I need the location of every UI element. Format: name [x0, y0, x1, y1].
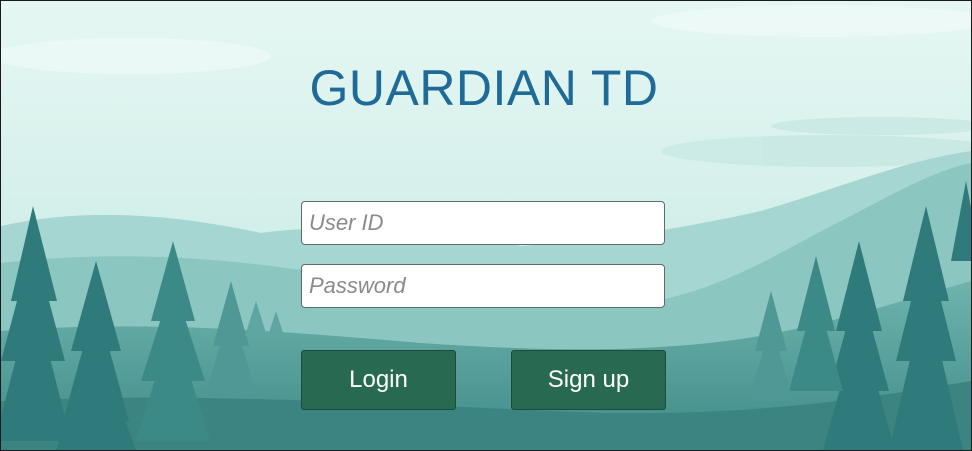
login-button[interactable]: Login [301, 350, 456, 410]
password-input[interactable] [301, 264, 665, 308]
game-window: GUARDIAN TD Login Sign up [0, 0, 972, 451]
game-title: GUARDIAN TD [309, 60, 659, 116]
user-id-input[interactable] [301, 201, 665, 245]
signup-button[interactable]: Sign up [511, 350, 666, 410]
